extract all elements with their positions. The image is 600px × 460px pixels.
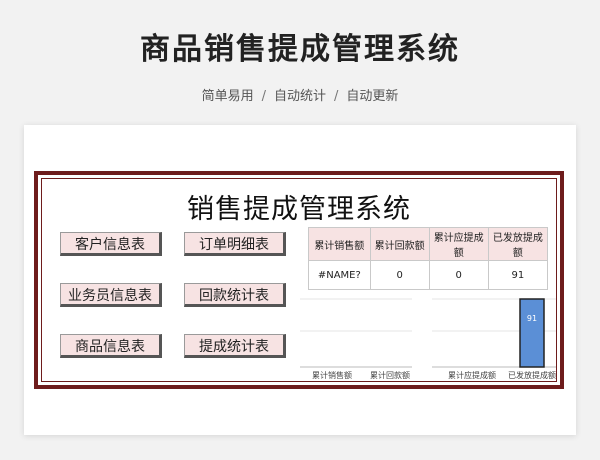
chart-category-label: 累计回款额 [370,370,410,380]
page-title: 商品销售提成管理系统 [140,32,460,67]
chart-category-label: 已发放提成额 [508,370,556,380]
summary-header-cell: 已发放提成额 [487,227,549,261]
chart-data-label: 91 [527,314,537,323]
summary-header-row: 累计销售额 累计回款额 累计应提成额 已发放提成额 [308,227,549,261]
summary-header-cell: 累计回款额 [369,227,430,261]
subtitle-item: 简单易用 [201,89,254,104]
sheet-inner-frame: 销售提成管理系统 客户信息表 订单明细表 业务员信息表 回款统计表 商品信息表 … [41,178,557,382]
payment-stats-button[interactable]: 回款统计表 [184,283,286,307]
chart-category-label: 累计销售额 [312,370,352,380]
sheet-frame: 销售提成管理系统 客户信息表 订单明细表 业务员信息表 回款统计表 商品信息表 … [34,171,564,389]
summary-header-cell: 累计销售额 [308,227,371,261]
summary-table: 累计销售额 累计回款额 累计应提成额 已发放提成额 #NAME? 0 0 91 [308,227,549,290]
summary-value-cell: 0 [369,260,430,290]
subtitle: 简单易用 / 自动统计 / 自动更新 [0,85,600,104]
commission-stats-button[interactable]: 提成统计表 [184,334,286,358]
summary-value-cell: 0 [428,260,489,290]
chart-category-label: 累计应提成额 [448,370,496,380]
commission-bar-chart: 累计销售额 累计回款额 累计应提成额 91 已发放提成额 [300,298,556,380]
product-info-button[interactable]: 商品信息表 [60,334,162,358]
subtitle-separator: / [261,89,266,104]
summary-value-row: #NAME? 0 0 91 [308,260,549,290]
subtitle-item: 自动统计 [273,89,326,104]
summary-value-cell: 91 [487,260,549,290]
customer-info-button[interactable]: 客户信息表 [60,232,162,256]
sheet-title: 销售提成管理系统 [187,194,411,225]
order-details-button[interactable]: 订单明细表 [184,232,286,256]
salesperson-info-button[interactable]: 业务员信息表 [60,283,162,307]
subtitle-item: 自动更新 [346,89,399,104]
summary-header-cell: 累计应提成额 [428,227,489,261]
subtitle-separator: / [334,89,339,104]
chart-bar [519,298,545,368]
summary-value-cell: #NAME? [308,260,371,290]
spreadsheet-card: 销售提成管理系统 客户信息表 订单明细表 业务员信息表 回款统计表 商品信息表 … [24,125,576,435]
